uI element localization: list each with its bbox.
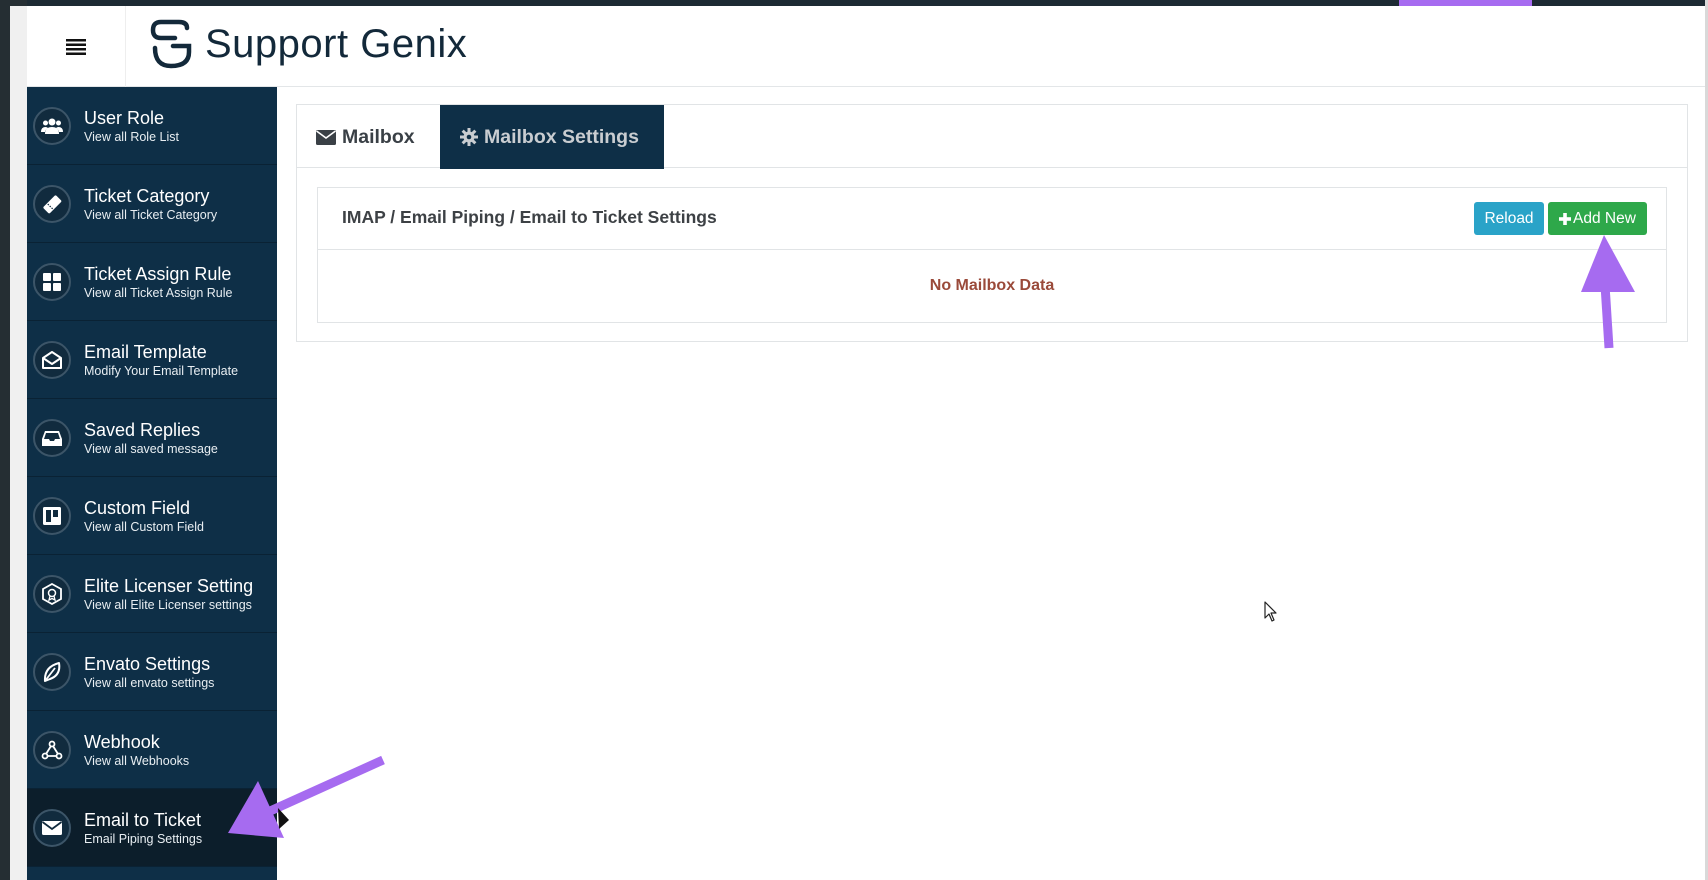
sidebar-item-envato-settings[interactable]: Envato Settings View all envato settings <box>27 633 277 711</box>
sidebar-item-subtitle: View all Ticket Assign Rule <box>84 285 233 300</box>
sidebar-item-email-template[interactable]: Email Template Modify Your Email Templat… <box>27 321 277 399</box>
sidebar-item-subtitle: Email Piping Settings <box>84 831 203 846</box>
sidebar-item-title: Saved Replies <box>84 419 201 440</box>
app-window: Support Genix User Role View all Role Li… <box>27 6 1708 880</box>
tab-mailbox-settings-label: Mailbox Settings <box>484 125 639 148</box>
sidebar-item-title: Custom Field <box>84 497 191 518</box>
sidebar-item-subtitle: View all Ticket Category <box>84 207 218 222</box>
sidebar-item-email-to-ticket[interactable]: Email to Ticket Email Piping Settings <box>27 789 277 867</box>
hamburger-icon <box>66 38 86 55</box>
tab-mailbox-label: Mailbox <box>342 125 415 148</box>
envelope-icon <box>316 129 336 145</box>
leaf-icon <box>33 652 71 691</box>
mouse-cursor-icon <box>1264 601 1277 622</box>
sidebar-item-subtitle: View all saved message <box>84 441 218 456</box>
sidebar-item-webhook[interactable]: Webhook View all Webhooks <box>27 711 277 789</box>
panel-title: IMAP / Email Piping / Email to Ticket Se… <box>342 207 717 227</box>
license-icon <box>33 574 71 613</box>
envelope-open-icon <box>33 340 71 379</box>
sidebar-item-ticket-category[interactable]: Ticket Category View all Ticket Category <box>27 165 277 243</box>
tab-mailbox-settings[interactable]: Mailbox Settings <box>440 105 664 169</box>
add-new-button[interactable]: Add New <box>1548 202 1647 235</box>
inbox-icon <box>33 418 71 457</box>
sidebar-item-saved-replies[interactable]: Saved Replies View all saved message <box>27 399 277 477</box>
sidebar-item-subtitle: View all Webhooks <box>84 753 190 768</box>
sidebar-item-subtitle: View all Custom Field <box>84 519 204 534</box>
sidebar-item-title: Webhook <box>84 731 160 752</box>
window-left-strip <box>0 0 27 880</box>
panel-header: IMAP / Email Piping / Email to Ticket Se… <box>318 188 1666 250</box>
sidebar-item-subtitle: View all Elite Licenser settings <box>84 597 252 612</box>
envelope-icon <box>33 808 71 847</box>
panel-body: No Mailbox Data <box>318 250 1666 322</box>
webhook-icon <box>33 730 71 769</box>
support-genix-logo-icon <box>150 19 192 69</box>
sidebar-item-elite-licenser-setting[interactable]: Elite Licenser Setting View all Elite Li… <box>27 555 277 633</box>
app-name: Support Genix <box>205 21 468 66</box>
gear-icon <box>460 128 478 146</box>
plus-icon <box>1559 212 1572 225</box>
sidebar-item-custom-field[interactable]: Custom Field View all Custom Field <box>27 477 277 555</box>
empty-state-message: No Mailbox Data <box>929 277 1055 294</box>
board-icon <box>33 496 71 535</box>
sidebar-item-title: Ticket Assign Rule <box>84 263 232 284</box>
sidebar-item-subtitle: View all envato settings <box>84 675 215 690</box>
sidebar-item-title: Envato Settings <box>84 653 211 674</box>
reload-button[interactable]: Reload <box>1474 202 1544 235</box>
menu-toggle-button[interactable] <box>27 6 126 87</box>
app-logo[interactable]: Support Genix <box>147 14 467 74</box>
ticket-icon <box>33 184 71 223</box>
sidebar: User Role View all Role List Ticket Cate… <box>27 87 277 880</box>
sidebar-item-title: Email to Ticket <box>84 809 202 830</box>
sidebar-item-subtitle: View all Role List <box>84 129 179 144</box>
mailbox-content: Mailbox Mailbox Settings IMAP / Email Pi… <box>296 104 1688 342</box>
users-icon <box>33 106 71 145</box>
sidebar-item-ticket-assign-rule[interactable]: Ticket Assign Rule View all Ticket Assig… <box>27 243 277 321</box>
sidebar-item-title: Elite Licenser Setting <box>84 575 254 596</box>
sidebar-item-title: User Role <box>84 107 165 128</box>
sidebar-item-title: Email Template <box>84 341 207 362</box>
tab-mailbox[interactable]: Mailbox <box>316 105 415 169</box>
sidebar-item-subtitle: Modify Your Email Template <box>84 363 239 378</box>
top-header: Support Genix <box>27 6 1708 87</box>
mailbox-settings-panel: IMAP / Email Piping / Email to Ticket Se… <box>317 187 1667 323</box>
add-new-label: Add New <box>1573 209 1636 227</box>
sidebar-item-user-role[interactable]: User Role View all Role List <box>27 87 277 165</box>
tab-bar: Mailbox Mailbox Settings <box>297 105 1687 169</box>
grid-icon <box>33 262 71 301</box>
sidebar-item-title: Ticket Category <box>84 185 210 206</box>
